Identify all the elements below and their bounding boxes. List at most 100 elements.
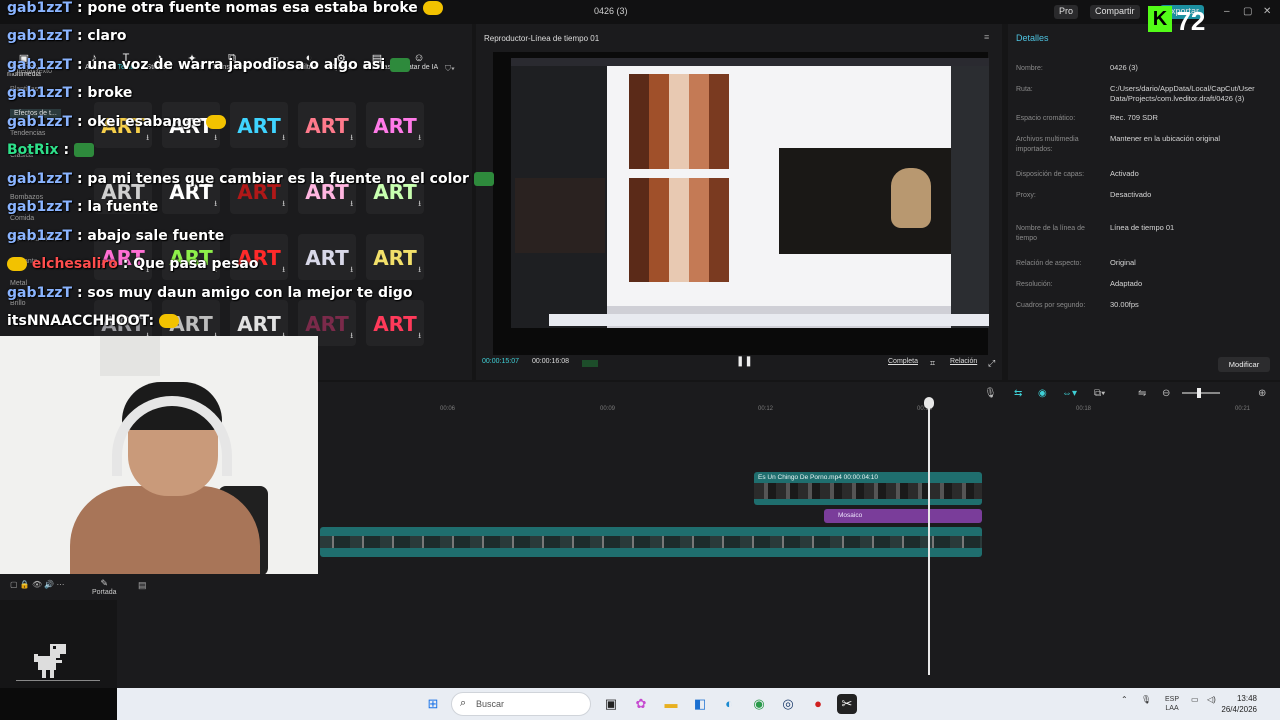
download-icon: ⭳	[350, 133, 353, 142]
magnet-icon[interactable]: ◉	[1038, 388, 1047, 399]
playhead[interactable]	[928, 400, 930, 675]
emote-icon	[7, 257, 27, 271]
mosaic-effect-clip[interactable]: Mosaico	[824, 509, 982, 523]
mosaic-block	[629, 74, 729, 169]
ruler-tick: 00:09	[600, 406, 616, 412]
chat-message: gab1zzT : pa mi tenes que cambiar es la …	[7, 171, 494, 187]
audio-meter	[582, 360, 598, 367]
chat-message: gab1zzT : claro	[7, 28, 127, 44]
text-effect-card[interactable]: ART⭳	[366, 300, 424, 346]
text-effect-card[interactable]: ART⭳	[366, 102, 424, 148]
tray-chevron-icon[interactable]: ⌃	[1121, 695, 1128, 704]
capcut-icon[interactable]: ✂	[837, 694, 857, 714]
emote-icon	[390, 58, 411, 72]
chrome-icon[interactable]: ◉	[749, 694, 769, 714]
chat-message: elchesaliro : Que pasa pesao	[7, 256, 258, 272]
store-icon[interactable]: ◧	[690, 694, 710, 714]
details-panel: Detalles Nombre: 0426 (3) Ruta: C:/Users…	[1008, 24, 1280, 380]
search-box[interactable]: ⌕ Buscar	[451, 692, 591, 716]
text-effect-card[interactable]: ART⭳	[366, 234, 424, 280]
chat-message: itsNNAACCHHOOT:	[7, 313, 179, 329]
mosaic-block	[629, 178, 729, 282]
detail-key: Ruta:	[1016, 86, 1033, 93]
cover-button[interactable]: ✎ Portada	[92, 578, 117, 596]
split-icon[interactable]: ⧉▾	[1094, 388, 1105, 399]
filter-icon[interactable]: ⛉▾	[445, 64, 455, 74]
detail-key: Nombre:	[1016, 65, 1043, 72]
ruler-tick: 00:06	[440, 406, 456, 412]
full-quality-button[interactable]: Completa	[888, 358, 918, 365]
taskbar: ⊞ ⌕ Buscar ▣ ✿ ▬ ◧ ◐ ◉ ◎ ● ✂ ⌃ 🎙 ESP LAA …	[117, 688, 1280, 720]
download-icon: ⭳	[418, 331, 421, 340]
film-icon: ▤	[138, 580, 147, 590]
text-effect-card[interactable]: ART⭳	[298, 234, 356, 280]
video-preview[interactable]	[493, 52, 989, 355]
download-icon: ⭳	[350, 331, 353, 340]
zoom-in-icon[interactable]: ⊕	[1258, 388, 1266, 399]
playhead-handle[interactable]	[924, 397, 934, 409]
detail-value: 0426 (3)	[1110, 63, 1138, 72]
ruler-tick: 00:12	[758, 406, 774, 412]
dino-icon	[34, 644, 66, 678]
detail-value: Mantener en la ubicación original	[1110, 134, 1221, 143]
zoom-slider-handle[interactable]	[1197, 388, 1201, 398]
search-icon: ⌕	[460, 697, 467, 709]
detail-key: Disposición de capas:	[1016, 171, 1085, 178]
clock[interactable]: 13:48 26/4/2026	[1207, 693, 1257, 715]
detail-value: Activado	[1110, 169, 1139, 178]
menu-icon[interactable]: ≡	[984, 32, 989, 42]
chat-message: BotRix :	[7, 142, 94, 158]
category-trends[interactable]: Tendencias	[10, 130, 45, 137]
detail-value: Desactivado	[1110, 190, 1152, 199]
copilot-icon[interactable]: ✿	[631, 694, 651, 714]
network-icon[interactable]: ▭	[1191, 695, 1199, 704]
start-icon[interactable]: ⊞	[423, 694, 443, 714]
ratio-button[interactable]: Relación	[950, 358, 977, 365]
file-explorer-icon[interactable]: ▬	[661, 694, 681, 714]
video-clip[interactable]: Es Un Chingo De Porno.mp4 00:00:04:10	[754, 472, 982, 505]
track-lock-icon[interactable]: ▢ 🔒 👁 🔊 ⋯	[10, 580, 65, 589]
preview-topbar	[511, 58, 989, 66]
preview-member-list	[951, 66, 989, 328]
download-icon: ⭳	[418, 265, 421, 274]
current-time: 00:00:15:07	[482, 358, 519, 365]
emote-icon	[473, 172, 494, 186]
preview-axis-icon[interactable]: ⇋	[1138, 388, 1146, 399]
zoom-out-icon[interactable]: ⊖	[1162, 388, 1170, 399]
link-icon[interactable]: ⇆	[1014, 388, 1022, 399]
download-icon: ⭳	[214, 133, 217, 142]
chat-message: gab1zzT : abajo sale fuente	[7, 228, 225, 244]
language-indicator[interactable]: ESP LAA	[1165, 695, 1179, 713]
clip-thumbnails	[754, 483, 982, 499]
preview-frame	[511, 58, 989, 328]
category-shine[interactable]: Brillo	[10, 300, 26, 307]
task-view-icon[interactable]: ▣	[601, 694, 621, 714]
fullscreen-icon[interactable]: ⤢	[988, 358, 995, 369]
crop-icon[interactable]: ⌗	[930, 358, 935, 369]
edge-icon[interactable]: ◐	[719, 694, 739, 714]
zoom-slider[interactable]	[1182, 392, 1220, 394]
microphone-icon[interactable]: 🎙	[984, 388, 997, 399]
main-track-clip[interactable]	[320, 527, 982, 557]
close-icon[interactable]: ✕	[1263, 6, 1271, 17]
maximize-icon[interactable]: ▢	[1243, 6, 1252, 17]
mic-tray-icon[interactable]: 🎙	[1141, 695, 1151, 704]
detail-key: Resolución:	[1016, 281, 1053, 288]
text-effect-card[interactable]: ART⭳	[298, 102, 356, 148]
chat-message: gab1zzT : una voz de warra japodiosa o a…	[7, 57, 411, 73]
snap-icon[interactable]: ⇔▾	[1062, 388, 1077, 399]
share-button[interactable]: Compartir	[1090, 5, 1140, 19]
download-icon: ⭳	[418, 199, 421, 208]
obs-icon[interactable]: ●	[808, 694, 828, 714]
preview-webcam	[515, 178, 605, 253]
minimize-icon[interactable]: –	[1224, 6, 1230, 17]
player-title: Reproductor-Línea de tiempo 01	[484, 34, 600, 43]
pause-icon[interactable]: ❚❚	[736, 356, 753, 367]
pro-button[interactable]: Pro	[1054, 5, 1079, 19]
modify-button[interactable]: Modificar	[1218, 357, 1270, 372]
search-placeholder: Buscar	[476, 699, 505, 709]
text-effect-card[interactable]: ART⭳	[230, 102, 288, 148]
steam-icon[interactable]: ◎	[778, 694, 798, 714]
taskbar-left	[0, 688, 117, 720]
category-food[interactable]: Comida	[10, 215, 34, 222]
